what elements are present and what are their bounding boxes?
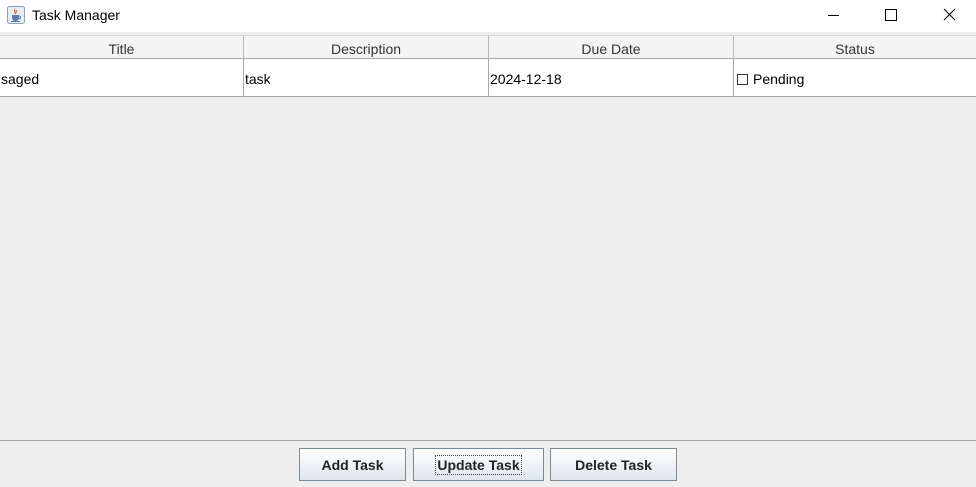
delete-task-button[interactable]: Delete Task [550,448,677,481]
column-header-title[interactable]: Title [0,36,244,59]
maximize-icon [885,9,897,21]
title-bar: Task Manager [0,0,976,32]
task-table: Title Description Due Date Status saged … [0,35,976,97]
minimize-button[interactable] [804,0,862,32]
update-task-button[interactable]: Update Task [413,448,544,481]
cell-due-date[interactable]: 2024-12-18 [489,59,734,96]
status-checkbox[interactable] [737,73,748,85]
cell-description[interactable]: task [244,59,489,96]
column-header-status[interactable]: Status [734,36,976,59]
column-header-description[interactable]: Description [244,36,489,59]
close-icon [943,8,956,21]
column-header-due-date[interactable]: Due Date [489,36,734,59]
divider [0,440,976,441]
table-empty-area [0,97,976,440]
window-title: Task Manager [32,7,120,23]
add-task-button[interactable]: Add Task [299,448,406,481]
minimize-icon [828,15,839,16]
maximize-button[interactable] [862,0,920,32]
table-header: Title Description Due Date Status [0,35,976,59]
cell-status[interactable]: Pending [734,59,976,96]
update-task-label: Update Task [435,454,522,475]
cell-title[interactable]: saged [0,59,244,96]
close-button[interactable] [920,0,976,32]
task-manager-window: Task Manager Title Description Due Date … [0,0,976,487]
java-cup-icon [7,6,25,24]
table-row[interactable]: saged task 2024-12-18 Pending [0,59,976,97]
status-label: Pending [753,71,805,87]
